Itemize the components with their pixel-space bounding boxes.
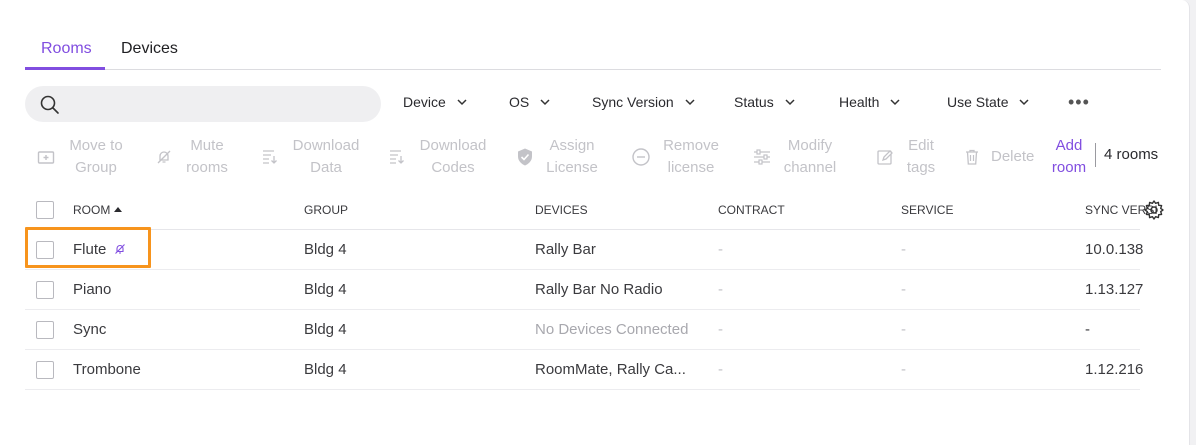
chevron-down-icon	[785, 99, 795, 106]
toolbar-label: Assign License	[546, 137, 598, 176]
add-room-button[interactable]: Add room	[1048, 135, 1090, 179]
row-checkbox[interactable]	[36, 321, 54, 339]
room-sync-version: -	[1085, 321, 1090, 338]
room-service: -	[901, 321, 906, 338]
row-checkbox[interactable]	[36, 361, 54, 379]
room-devices: No Devices Connected	[535, 321, 689, 338]
download-codes-button[interactable]: Download Codes	[386, 135, 490, 179]
filter-use-state[interactable]: Use State	[947, 94, 1030, 110]
room-name[interactable]: Piano	[73, 281, 111, 298]
row-checkbox[interactable]	[36, 281, 54, 299]
filter-health[interactable]: Health	[839, 94, 901, 110]
room-sync-version: 10.0.138	[1085, 241, 1144, 258]
toolbar-label: Download Data	[292, 137, 360, 176]
room-group: Bldg 4	[304, 241, 347, 258]
filter-os[interactable]: OS	[509, 94, 551, 110]
rooms-table: ROOM GROUP DEVICES CONTRACT SERVICE SYNC…	[25, 190, 1164, 390]
mute-icon	[153, 146, 175, 168]
modify-channel-button[interactable]: Modify channel	[751, 135, 839, 179]
download-icon	[259, 146, 281, 168]
filter-status[interactable]: Status	[734, 94, 796, 110]
sort-up-icon	[114, 207, 123, 212]
tab-bar: Rooms Devices	[25, 30, 1161, 70]
room-group: Bldg 4	[304, 361, 347, 378]
column-header-contract[interactable]: CONTRACT	[718, 203, 785, 217]
download-data-button[interactable]: Download Data	[259, 135, 363, 179]
toolbar-label: Edit tags	[906, 137, 936, 176]
table-row[interactable]: Trombone Bldg 4 RoomMate, Rally Ca... - …	[25, 350, 1144, 390]
room-contract: -	[718, 321, 723, 338]
toolbar-label: Download Codes	[419, 137, 487, 176]
room-service: -	[901, 281, 906, 298]
active-tab-indicator	[25, 67, 105, 70]
filter-device[interactable]: Device	[403, 94, 468, 110]
table-row[interactable]: Flute Bldg 4 Rally Bar - - 10.0.138	[25, 230, 1144, 270]
chevron-down-icon	[457, 99, 467, 106]
column-header-service[interactable]: SERVICE	[901, 203, 953, 217]
toolbar-label: Delete	[991, 148, 1035, 165]
filter-sync-version[interactable]: Sync Version	[592, 94, 696, 110]
rooms-panel: Rooms Devices Device OS Sync Version Sta…	[0, 0, 1190, 445]
table-row[interactable]: Sync Bldg 4 No Devices Connected - - -	[25, 310, 1140, 350]
move-to-group-icon	[35, 146, 57, 168]
select-all-checkbox[interactable]	[36, 201, 54, 219]
trash-icon	[961, 146, 983, 168]
search-input[interactable]	[25, 86, 381, 122]
room-contract: -	[718, 281, 723, 298]
table-row[interactable]: Piano Bldg 4 Rally Bar No Radio - - 1.13…	[25, 270, 1144, 310]
filter-label: OS	[509, 94, 530, 110]
filter-label: Device	[403, 94, 446, 110]
filter-label: Health	[839, 94, 880, 110]
delete-button[interactable]: Delete	[961, 146, 1034, 168]
chevron-down-icon	[1019, 99, 1030, 106]
sliders-icon	[751, 146, 773, 168]
toolbar-divider	[1095, 143, 1096, 167]
edit-tags-button[interactable]: Edit tags	[874, 135, 938, 179]
room-group: Bldg 4	[304, 321, 347, 338]
toolbar-label: Remove license	[663, 137, 719, 176]
toolbar-label: Move to Group	[69, 137, 123, 176]
minus-circle-icon	[630, 146, 652, 168]
filter-label: Sync Version	[592, 94, 674, 110]
room-sync-version: 1.13.127	[1085, 281, 1144, 298]
edit-icon	[874, 146, 896, 168]
mute-rooms-button[interactable]: Mute rooms	[153, 135, 231, 179]
gear-icon[interactable]	[1143, 199, 1165, 221]
room-count: 4 rooms	[1104, 146, 1159, 163]
column-header-group[interactable]: GROUP	[304, 203, 348, 217]
tab-rooms[interactable]: Rooms	[41, 40, 92, 58]
room-group: Bldg 4	[304, 281, 347, 298]
remove-license-button[interactable]: Remove license	[630, 135, 722, 179]
column-header-room[interactable]: ROOM	[73, 203, 123, 217]
filter-label: Status	[734, 94, 774, 110]
room-contract: -	[718, 361, 723, 378]
table-header: ROOM GROUP DEVICES CONTRACT SERVICE SYNC…	[25, 190, 1164, 230]
tab-devices[interactable]: Devices	[121, 40, 178, 58]
toolbar-label: Mute rooms	[186, 137, 228, 176]
room-name[interactable]: Trombone	[73, 361, 141, 378]
room-sync-version: 1.12.216	[1085, 361, 1144, 378]
room-devices: RoomMate, Rally Ca...	[535, 361, 686, 378]
filter-label: Use State	[947, 94, 1009, 110]
highlight-box	[25, 227, 151, 268]
room-devices: Rally Bar No Radio	[535, 281, 663, 298]
room-service: -	[901, 241, 906, 258]
chevron-down-icon	[540, 99, 550, 106]
assign-license-button[interactable]: Assign License	[514, 135, 600, 179]
chevron-down-icon	[685, 99, 695, 106]
shield-check-icon	[514, 146, 536, 168]
chevron-down-icon	[890, 99, 900, 106]
download-icon	[386, 146, 408, 168]
column-header-devices[interactable]: DEVICES	[535, 203, 588, 217]
room-service: -	[901, 361, 906, 378]
more-filters-button[interactable]: •••	[1068, 92, 1090, 113]
move-to-group-button[interactable]: Move to Group	[35, 135, 127, 179]
toolbar-label: Modify channel	[783, 137, 837, 176]
room-devices: Rally Bar	[535, 241, 596, 258]
room-contract: -	[718, 241, 723, 258]
search-icon	[40, 95, 59, 114]
room-name[interactable]: Sync	[73, 321, 106, 338]
